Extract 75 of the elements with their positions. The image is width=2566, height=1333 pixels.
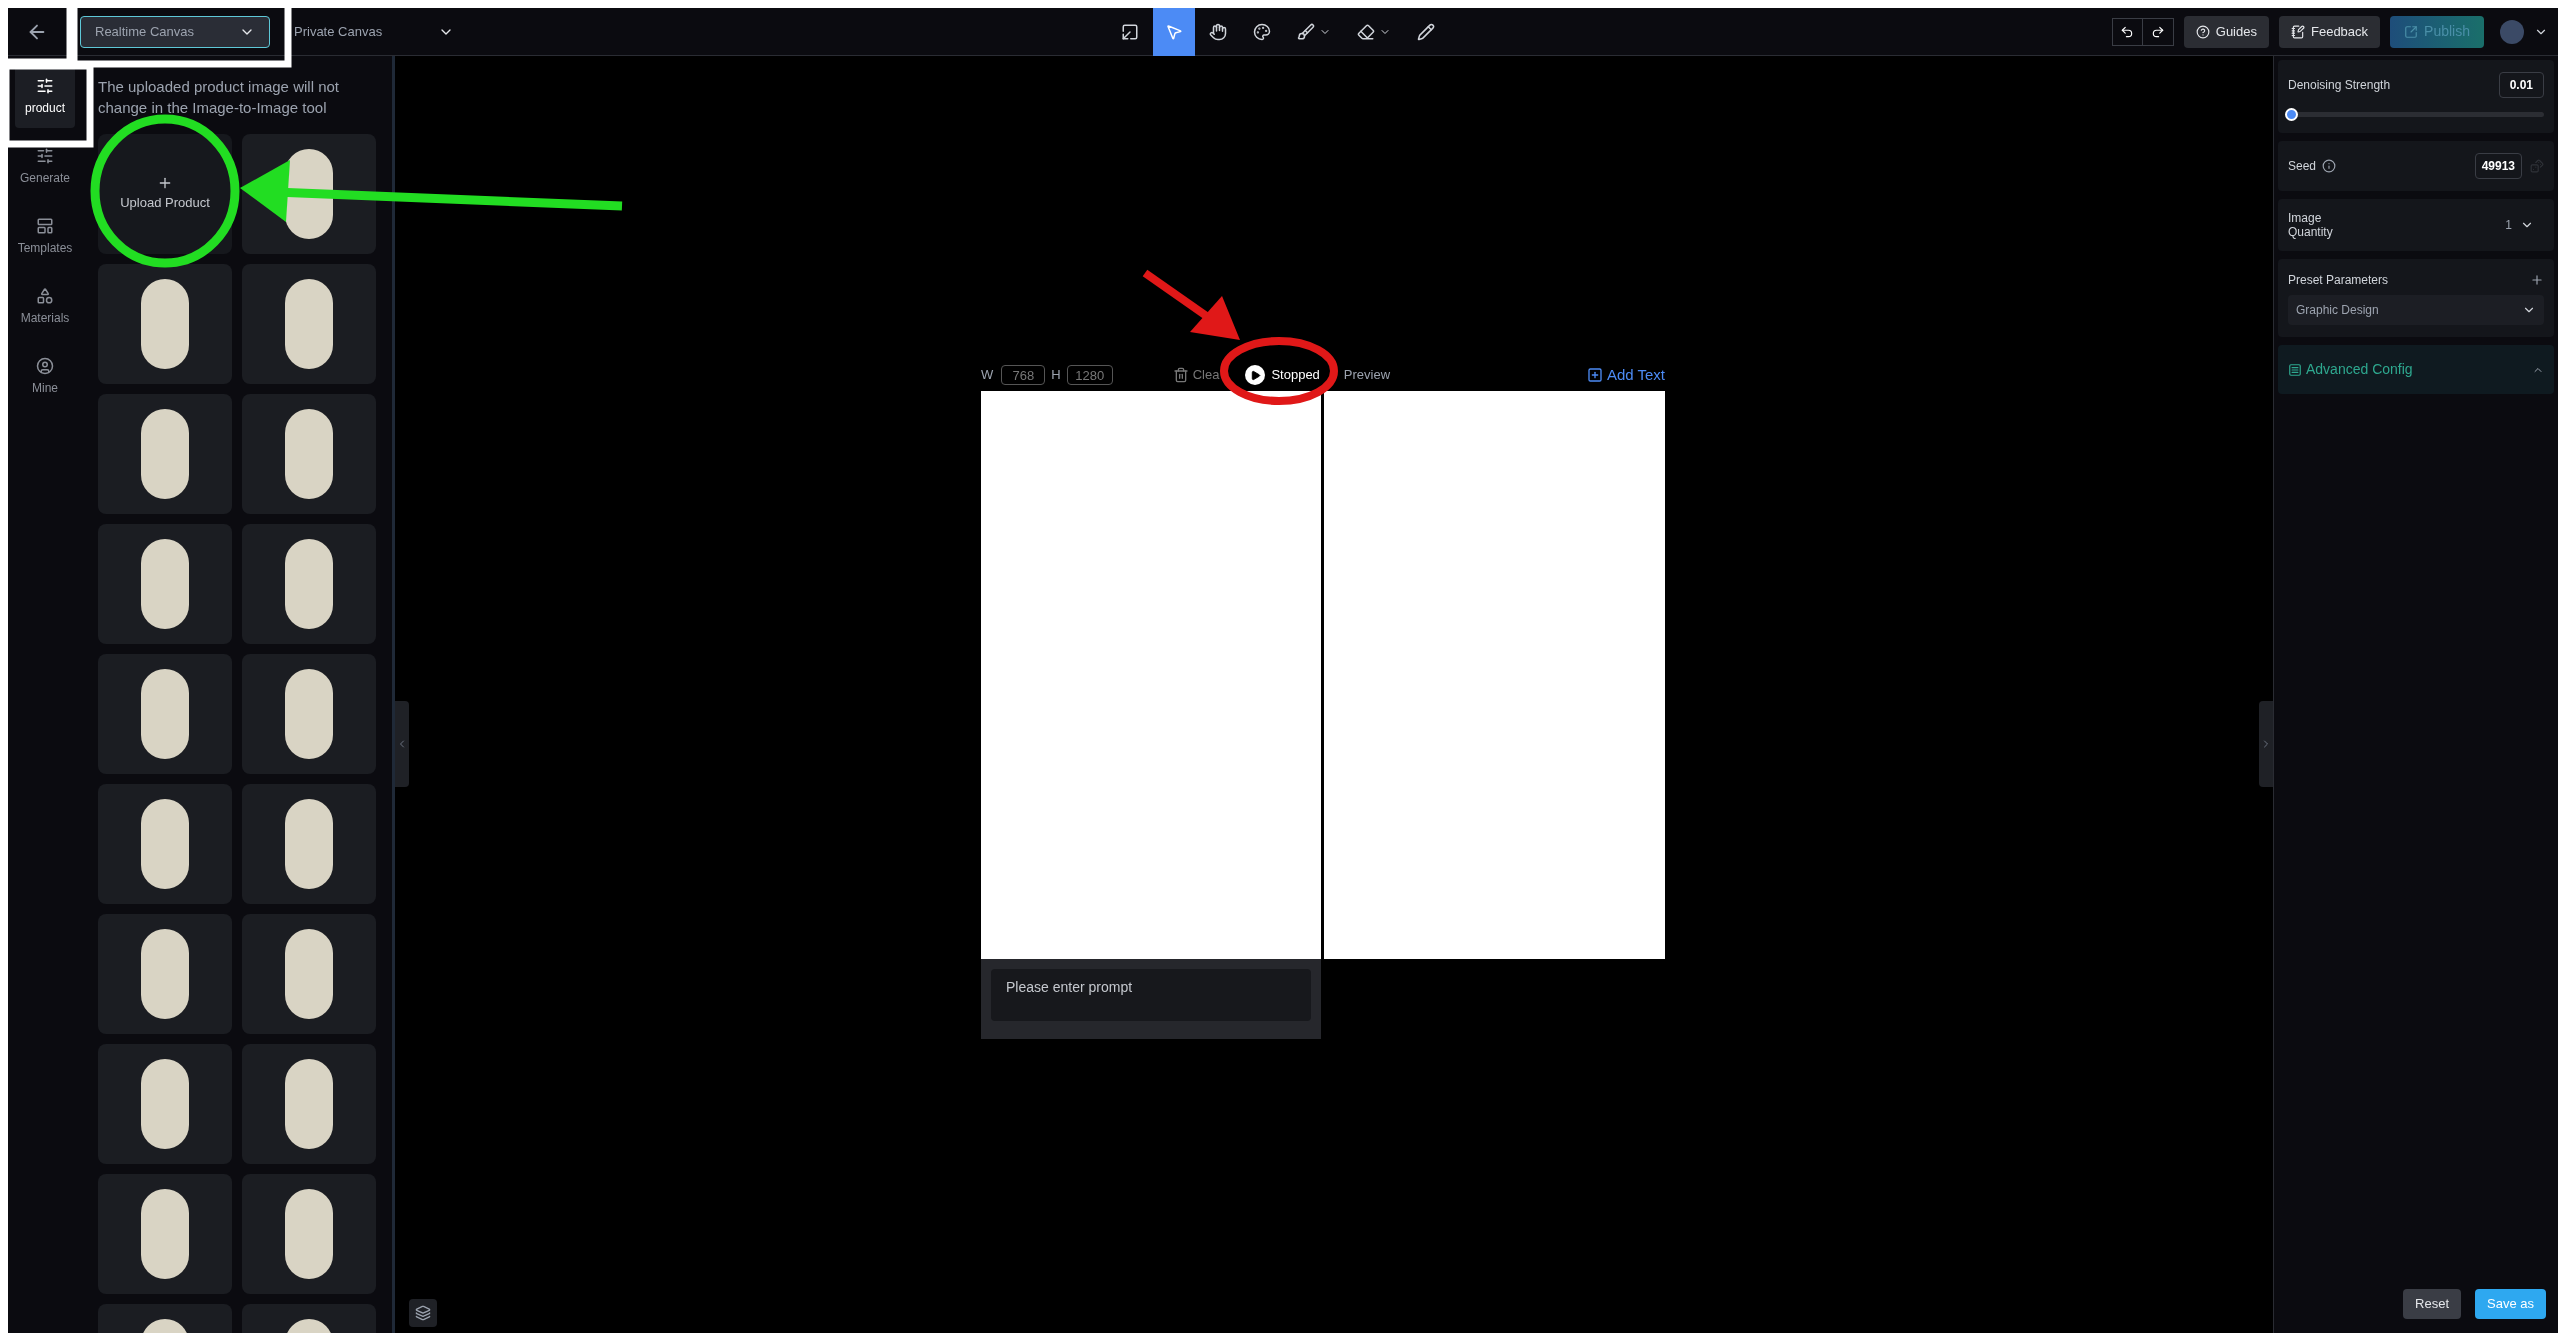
- photo-placeholder[interactable]: [98, 1174, 232, 1294]
- height-field[interactable]: 1280: [1066, 365, 1113, 385]
- dice-icon: [2530, 159, 2544, 173]
- play-icon: [1245, 365, 1266, 385]
- photo-placeholder[interactable]: [242, 394, 376, 514]
- slider-thumb[interactable]: [2284, 108, 2298, 121]
- rail-item[interactable]: Mine: [15, 346, 75, 408]
- help-icon: [2195, 24, 2210, 39]
- photo-placeholder[interactable]: [98, 524, 232, 644]
- feedback-button[interactable]: Feedback: [2279, 15, 2381, 48]
- preview-label: Preview: [1343, 366, 1391, 385]
- photo-placeholder[interactable]: [98, 654, 232, 774]
- add-text-button[interactable]: Add Text: [1586, 363, 1665, 387]
- photo-placeholder[interactable]: [242, 914, 376, 1034]
- photo-placeholder[interactable]: [242, 654, 376, 774]
- image-quantity-dropdown[interactable]: 1: [2505, 216, 2534, 234]
- photo-placeholder[interactable]: [98, 784, 232, 904]
- image-quantity-label: Image Quantity: [2288, 211, 2334, 239]
- rail-item[interactable]: Generate: [15, 136, 75, 198]
- user-icon: [36, 357, 54, 375]
- config-icon: [2288, 362, 2302, 377]
- advanced-config-toggle[interactable]: Advanced Config: [2278, 345, 2554, 394]
- photo-placeholder[interactable]: [242, 1044, 376, 1164]
- rail-item[interactable]: Materials: [15, 276, 75, 338]
- brush-icon: [1297, 22, 1315, 41]
- width-field[interactable]: 768: [1001, 365, 1046, 385]
- import-icon: [1121, 22, 1139, 41]
- seed-field[interactable]: 49913: [2474, 153, 2522, 179]
- photo-placeholder[interactable]: [242, 524, 376, 644]
- width-label: W: [981, 366, 994, 385]
- plus-icon: [2530, 273, 2544, 287]
- select-icon: [1165, 22, 1183, 41]
- notice-text: The uploaded product image will not change in the Image-to-Image tool: [98, 77, 340, 118]
- denoising-slider[interactable]: [2288, 108, 2544, 121]
- preset-dropdown[interactable]: Graphic Design: [2288, 295, 2544, 325]
- collapse-handle[interactable]: [2259, 701, 2273, 787]
- photo-placeholder[interactable]: [98, 1044, 232, 1164]
- input-canvas[interactable]: [981, 391, 1321, 959]
- rail-item[interactable]: Templates: [15, 206, 75, 268]
- templates-icon: [36, 217, 54, 235]
- seed-label: Seed: [2288, 158, 2317, 175]
- canvas-visibility-dropdown[interactable]: Private Canvas: [294, 15, 454, 48]
- preset-label: Preset Parameters: [2288, 272, 2389, 289]
- photo-placeholder[interactable]: [242, 264, 376, 384]
- hand-icon: [1209, 22, 1227, 41]
- add-icon: [1586, 367, 1603, 383]
- redo-icon: [2150, 24, 2165, 39]
- layers-button[interactable]: [409, 1299, 437, 1327]
- info-icon: [2322, 159, 2337, 173]
- height-label: H: [1051, 366, 1061, 385]
- run-status-button[interactable]: Stopped: [1245, 365, 1320, 385]
- photo-placeholder[interactable]: [242, 784, 376, 904]
- clear-button[interactable]: Clea: [1172, 365, 1220, 385]
- photo-placeholder[interactable]: [98, 264, 232, 384]
- denoising-value[interactable]: 0.01: [2498, 72, 2544, 98]
- eraser-icon: [1357, 22, 1375, 41]
- denoising-label: Denoising Strength: [2288, 77, 2391, 94]
- photo-placeholder[interactable]: [98, 914, 232, 1034]
- undo-icon: [2120, 24, 2135, 39]
- guides-button[interactable]: Guides: [2183, 15, 2269, 48]
- prompt-field[interactable]: Please enter prompt: [991, 969, 1311, 1021]
- layers-icon: [415, 1305, 431, 1321]
- note-icon: [2291, 24, 2305, 39]
- photo-placeholder[interactable]: [98, 394, 232, 514]
- photo-placeholder[interactable]: [242, 1174, 376, 1294]
- trash-icon: [1172, 367, 1189, 383]
- pencil-icon: [1417, 22, 1435, 41]
- collapse-handle[interactable]: [395, 701, 409, 787]
- sliders-icon: [36, 77, 54, 95]
- reset-button[interactable]: Reset: [2403, 1289, 2461, 1319]
- sliders-icon: [36, 147, 54, 165]
- canvas-mode-dropdown[interactable]: Realtime Canvas: [80, 15, 270, 48]
- materials-icon: [36, 287, 54, 305]
- palette-icon: [1253, 22, 1271, 41]
- share-icon: [2404, 24, 2419, 39]
